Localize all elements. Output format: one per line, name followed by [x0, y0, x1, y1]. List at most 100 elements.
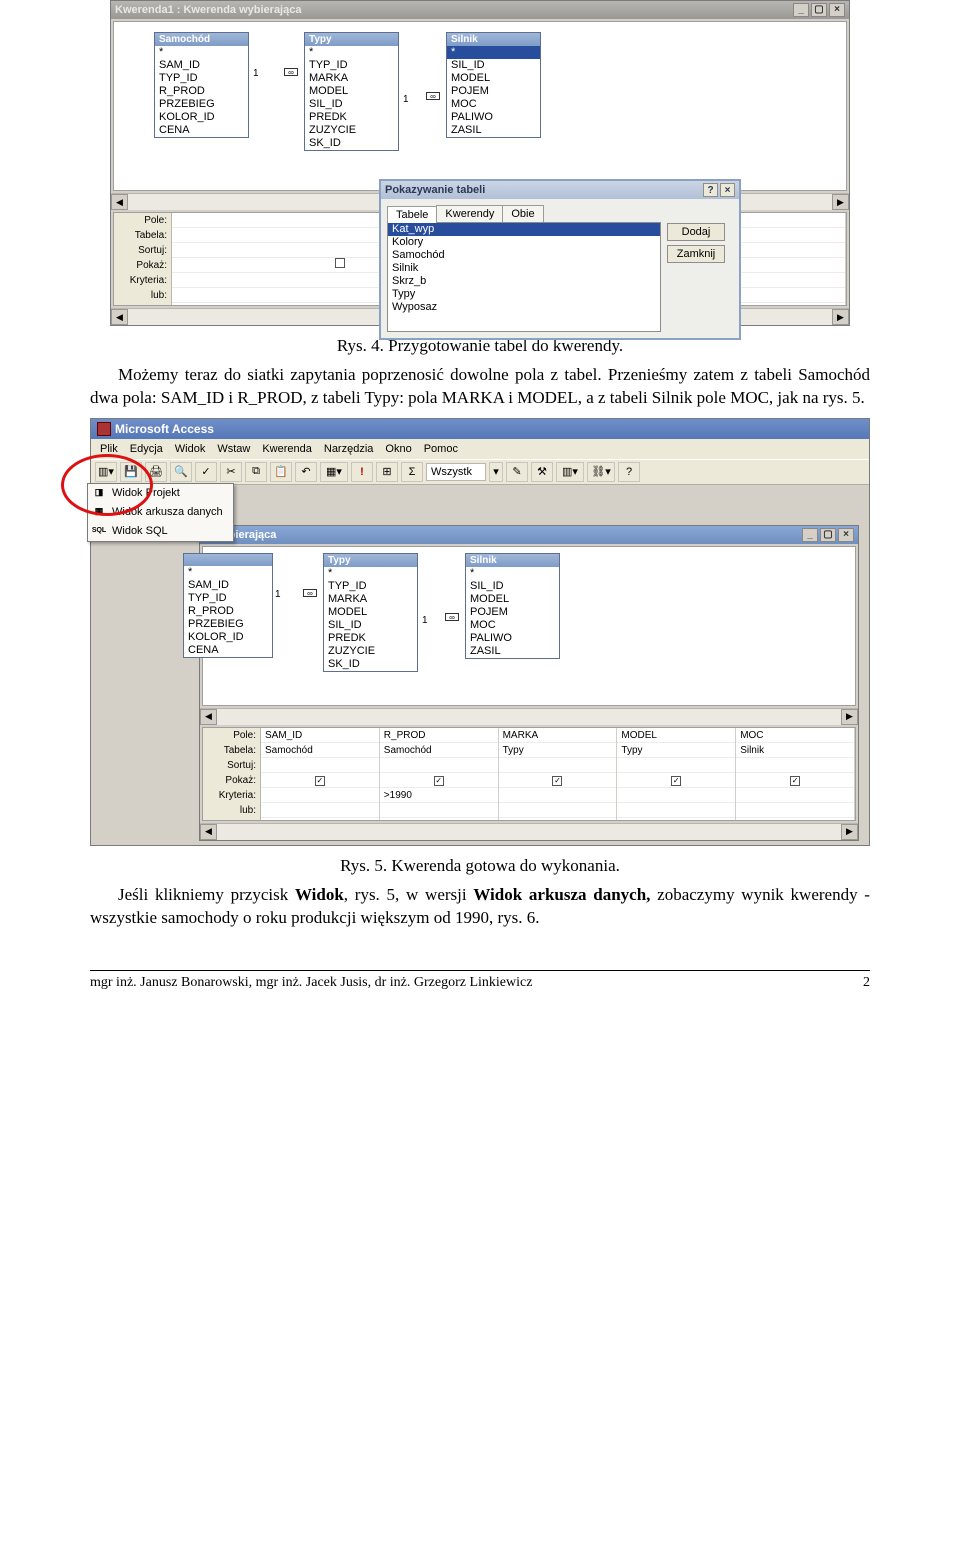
maximize-button[interactable]: ▢: [811, 3, 827, 17]
grid-column[interactable]: R_PRODSamochód ✓>1990: [380, 728, 499, 820]
cell-lub[interactable]: [261, 803, 379, 818]
cell-kryteria[interactable]: >1990: [380, 788, 498, 803]
tab-obie[interactable]: Obie: [502, 205, 543, 222]
field[interactable]: POJEM: [466, 606, 559, 619]
field[interactable]: SIL_ID: [324, 619, 417, 632]
field[interactable]: POJEM: [447, 85, 540, 98]
minimize-button[interactable]: _: [802, 528, 818, 542]
cell-kryteria[interactable]: [617, 788, 735, 803]
table-samochod[interactable]: Samochód * SAM_ID TYP_ID R_PROD PRZEBIEG…: [154, 32, 249, 138]
field[interactable]: SIL_ID: [466, 580, 559, 593]
field[interactable]: *: [466, 567, 559, 580]
field[interactable]: *: [155, 46, 248, 59]
top-values-combo[interactable]: Wszystk: [426, 463, 486, 481]
scroll-right-icon[interactable]: ▶: [841, 709, 858, 725]
print-icon[interactable]: 🖨: [145, 462, 167, 482]
field[interactable]: TYP_ID: [324, 580, 417, 593]
cell-pole[interactable]: R_PROD: [380, 728, 498, 743]
maximize-button[interactable]: ▢: [820, 528, 836, 542]
office-links-icon[interactable]: ⛓▾: [587, 462, 615, 482]
field[interactable]: MODEL: [324, 606, 417, 619]
field[interactable]: MARKA: [305, 72, 398, 85]
build-icon[interactable]: ⚒: [531, 462, 553, 482]
list-item[interactable]: Silnik: [388, 262, 660, 275]
cell-sortuj[interactable]: [380, 758, 498, 773]
grid-column[interactable]: MODELTypy✓: [617, 728, 736, 820]
field[interactable]: MODEL: [466, 593, 559, 606]
field[interactable]: MOC: [466, 619, 559, 632]
query-design-area[interactable]: * SAM_ID TYP_ID R_PROD PRZEBIEG KOLOR_ID…: [202, 546, 856, 706]
view-design-item[interactable]: ◨ Widok Projekt: [88, 484, 233, 503]
cell-pole[interactable]: SAM_ID: [261, 728, 379, 743]
table-samochod[interactable]: * SAM_ID TYP_ID R_PROD PRZEBIEG KOLOR_ID…: [183, 553, 273, 658]
field[interactable]: ZASIL: [447, 124, 540, 137]
menu-edycja[interactable]: Edycja: [125, 441, 168, 457]
query-grid[interactable]: Pole: Tabela: Sortuj: Pokaż: Kryteria: l…: [202, 727, 856, 821]
properties-icon[interactable]: ✎: [506, 462, 528, 482]
scroll-track[interactable]: [217, 709, 841, 725]
field[interactable]: CENA: [155, 124, 248, 137]
field[interactable]: PALIWO: [466, 632, 559, 645]
field[interactable]: SAM_ID: [155, 59, 248, 72]
minimize-button[interactable]: _: [793, 3, 809, 17]
help-icon[interactable]: ?: [618, 462, 640, 482]
field[interactable]: SAM_ID: [184, 579, 272, 592]
copy-icon[interactable]: ⧉: [245, 462, 267, 482]
field[interactable]: PRZEBIEG: [184, 618, 272, 631]
table-typy[interactable]: Typy * TYP_ID MARKA MODEL SIL_ID PREDK Z…: [304, 32, 399, 151]
menu-narzedzia[interactable]: Narzędzia: [319, 441, 379, 457]
hscroll-grid[interactable]: ◀ ▶: [200, 823, 858, 840]
cell-tabela[interactable]: Samochód: [380, 743, 498, 758]
list-item[interactable]: Wyposaz: [388, 301, 660, 314]
combo-dropdown-icon[interactable]: ▾: [489, 462, 503, 482]
spell-icon[interactable]: ✓: [195, 462, 217, 482]
scroll-track[interactable]: [217, 824, 841, 840]
tables-listbox[interactable]: Kat_wyp Kolory Samochód Silnik Skrz_b Ty…: [387, 222, 661, 332]
cell-kryteria[interactable]: [261, 788, 379, 803]
field[interactable]: PREDK: [324, 632, 417, 645]
field[interactable]: *: [305, 46, 398, 59]
database-window-icon[interactable]: ▥▾: [556, 462, 584, 482]
field[interactable]: MODEL: [305, 85, 398, 98]
totals-icon[interactable]: Σ: [401, 462, 423, 482]
field[interactable]: MODEL: [447, 72, 540, 85]
cell-lub[interactable]: [380, 803, 498, 818]
cell-lub[interactable]: [499, 803, 617, 818]
field[interactable]: ZUZYCIE: [324, 645, 417, 658]
menu-widok[interactable]: Widok: [170, 441, 211, 457]
field[interactable]: *: [447, 46, 540, 59]
close-button[interactable]: ×: [720, 183, 735, 197]
save-icon[interactable]: 💾: [120, 462, 142, 482]
cell-sortuj[interactable]: [499, 758, 617, 773]
close-button[interactable]: ×: [829, 3, 845, 17]
hscroll-design[interactable]: ◀ ▶: [200, 708, 858, 725]
run-icon[interactable]: !: [351, 462, 373, 482]
close-button[interactable]: ×: [838, 528, 854, 542]
cell-lub[interactable]: [617, 803, 735, 818]
close-dialog-button[interactable]: Zamknij: [667, 245, 725, 263]
field[interactable]: MOC: [447, 98, 540, 111]
field[interactable]: ZUZYCIE: [305, 124, 398, 137]
field[interactable]: TYP_ID: [155, 72, 248, 85]
menu-okno[interactable]: Okno: [380, 441, 416, 457]
field[interactable]: R_PROD: [184, 605, 272, 618]
scroll-right-icon[interactable]: ▶: [841, 824, 858, 840]
list-item[interactable]: Typy: [388, 288, 660, 301]
menu-pomoc[interactable]: Pomoc: [419, 441, 463, 457]
field[interactable]: TYP_ID: [305, 59, 398, 72]
scroll-left-icon[interactable]: ◀: [200, 709, 217, 725]
view-datasheet-item[interactable]: ▦ Widok arkusza danych: [88, 503, 233, 522]
field[interactable]: MARKA: [324, 593, 417, 606]
cell-tabela[interactable]: Typy: [617, 743, 735, 758]
cell-lub[interactable]: [736, 803, 854, 818]
cell-pokaz[interactable]: ✓: [261, 773, 379, 788]
field[interactable]: PALIWO: [447, 111, 540, 124]
cut-icon[interactable]: ✂: [220, 462, 242, 482]
cell-sortuj[interactable]: [736, 758, 854, 773]
show-table-icon[interactable]: ⊞: [376, 462, 398, 482]
scroll-right-icon[interactable]: ▶: [832, 194, 849, 210]
cell-pokaz[interactable]: ✓: [380, 773, 498, 788]
undo-icon[interactable]: ↶: [295, 462, 317, 482]
field[interactable]: KOLOR_ID: [184, 631, 272, 644]
field[interactable]: SK_ID: [324, 658, 417, 671]
